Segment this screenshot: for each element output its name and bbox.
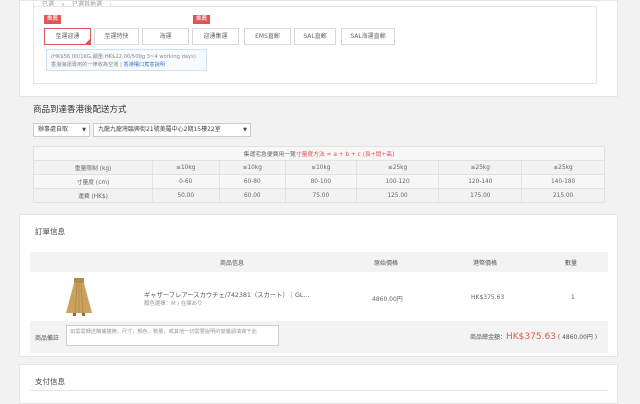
header-qty: 數量 [565,260,578,267]
ship-option-sal[interactable]: SAL直郵 [294,28,336,45]
table-row: ギャザーフレアースカウチェ/742381（スカート）｜GL... 顏色選擇：M … [30,274,608,320]
shipping-note-text: 香港海運專用的一律收為空運 | [51,62,124,68]
shipping-note-line2: 香港海運專用的一律收為空運 | 香港權口篤意說明 [51,61,202,69]
rate-cell: 80-100 [285,174,357,189]
order-footer: 商品備註 如需需轉送購補描摘，尺寸，顏色，數量，或其他一切需要說明的變履請填寫于… [30,321,608,353]
chevron-down-icon: ▼ [82,127,86,133]
skirt-image-icon [66,278,92,316]
rate-heading-text: 集運宅急便費用一覽 [243,152,296,158]
rate-cell: ≤10kg [218,160,287,175]
total-hk: HK$375.63 [506,332,556,342]
recommend-badge: 推薦 [44,15,62,24]
rate-row-label-size: 寸量度 (cm) [33,174,153,189]
rate-cell: 140-180 [521,174,605,189]
product-qty: 1 [571,294,575,301]
ship-option-sea[interactable]: 海運 [142,28,189,45]
rate-heading-formula: 寸量度方法 = a + b + c (長+闊+高) [295,152,395,158]
rate-cell: ≤10kg [152,160,220,175]
ship-option-sal-sea[interactable]: SAL海運直郵 [341,28,395,45]
remark-label: 商品備註 [35,335,60,342]
order-title: 訂單信息 [35,227,65,236]
rate-cell: 120-140 [438,174,523,189]
ship-option-consolidation[interactable]: 迎湧集運 [192,28,239,45]
rate-cell: ≤10kg [285,160,357,175]
product-attrs: 顏色選擇：M / 在庫あり [144,301,203,307]
rate-cell: 175.00 [438,188,523,203]
delivery-address-value: 九龍九龍灣臨興街21號美羅中心2期15樓22室 [98,126,221,133]
delivery-address-select[interactable]: 九龍九龍灣臨興街21號美羅中心2期15樓22室 ▼ [93,123,251,137]
total-label: 商品總金額： [470,334,507,341]
shipping-options-box [33,6,597,84]
header-info: 商品信息 [220,260,245,267]
payment-card [19,364,618,404]
product-price-jp: 4860.00円 [372,296,403,303]
remark-input[interactable]: 如需需轉送購補描摘，尺寸，顏色，數量，或其他一切需要說明的變履請填寫于此 [66,325,279,346]
rate-cell: 125.00 [355,188,440,203]
product-price-hk: HK$375.63 [471,294,505,301]
rate-cell: 60.00 [218,188,287,203]
rate-table: 集運宅急便費用一覽寸量度方法 = a + b + c (長+闊+高) 重量限制 … [33,146,605,203]
total-jp: ( 4860.00円 ) [557,334,598,341]
order-total: 商品總金額：HK$375.63 ( 4860.00円 ) [470,332,597,342]
product-image[interactable] [62,277,96,317]
payment-title: 支付信息 [35,377,65,386]
ship-option-air-consolidated[interactable]: 至運迎湧 [44,28,91,45]
delivery-method-select[interactable]: 辦事處自取 ▼ [33,123,90,137]
rate-cell: 0-60 [152,174,220,189]
shipping-note-rate: (HK$56.00/1KG,續重:HK$22.00/500g 3~4 worki… [51,54,196,60]
chevron-down-icon: ▼ [243,127,247,133]
ship-option-ems[interactable]: EMS直郵 [244,28,291,45]
shipping-note-link[interactable]: 香港權口篤意說明 [123,62,165,68]
rate-cell: 215.00 [521,188,605,203]
order-table-header: 商品信息 原始價格 港幣價格 數量 [30,252,608,272]
header-price-jp: 原始價格 [374,260,399,267]
rate-cell: ≤25kg [521,160,605,175]
header-price-hk: 港幣價格 [473,260,498,267]
recommend-badge-2: 推薦 [193,15,211,24]
ship-option-air-express[interactable]: 至運特快 [94,28,139,45]
rate-row-label-fee: 運費 (HK$) [33,188,153,203]
rate-cell: ≤25kg [438,160,523,175]
rate-cell: 100-120 [355,174,440,189]
rate-table-heading: 集運宅急便費用一覽寸量度方法 = a + b + c (長+闊+高) [33,146,605,161]
rate-cell: ≤25kg [355,160,440,175]
delivery-title: 商品到達香港後配送方式 [33,105,127,115]
rate-cell: 50.00 [152,188,220,203]
delivery-method-value: 辦事處自取 [38,126,69,133]
rate-cell: 60-80 [218,174,287,189]
product-name[interactable]: ギャザーフレアースカウチェ/742381（スカート）｜GL... [144,290,309,299]
rate-cell: 75.00 [285,188,357,203]
rate-row-label-weight: 重量限制 (kg) [33,160,153,175]
payment-divider [30,390,608,391]
shipping-note: (HK$56.00/1KG,續重:HK$22.00/500g 3~4 worki… [46,49,207,71]
